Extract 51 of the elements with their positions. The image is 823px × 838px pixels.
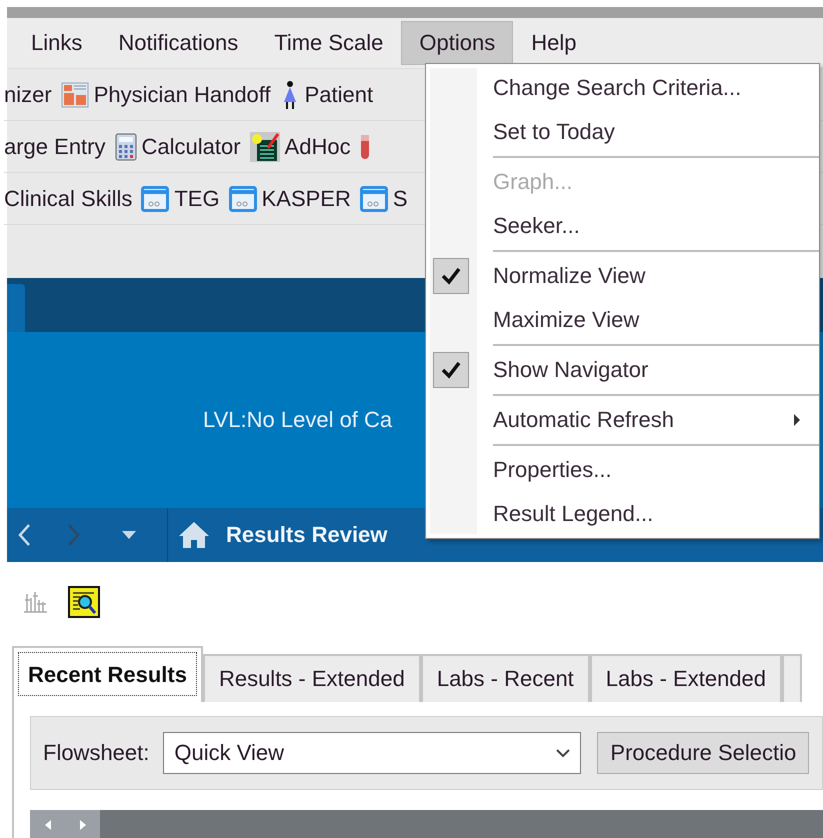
menu-option[interactable]: Result Legend... bbox=[493, 501, 819, 527]
menu-item[interactable]: Links bbox=[13, 21, 100, 65]
scroll-buttons[interactable] bbox=[30, 810, 100, 838]
menu-option[interactable]: Show Navigator bbox=[493, 357, 819, 383]
chart-icon[interactable] bbox=[22, 590, 48, 614]
page-title: Results Review bbox=[226, 522, 388, 548]
dropdown-arrow-icon[interactable] bbox=[121, 530, 137, 540]
menu-item[interactable]: Time Scale bbox=[256, 21, 402, 65]
toolbar-button[interactable]: KASPER bbox=[262, 186, 351, 212]
menu-option[interactable]: Automatic Refresh bbox=[493, 407, 793, 433]
calculator-icon[interactable] bbox=[114, 132, 136, 160]
menu-item[interactable]: Notifications bbox=[100, 21, 256, 65]
toolbar-button[interactable]: arge Entry bbox=[4, 134, 106, 160]
toolbar-button[interactable]: Clinical Skills bbox=[4, 186, 132, 212]
menu-item[interactable]: Options bbox=[401, 21, 514, 65]
right-arrow-icon[interactable] bbox=[78, 819, 86, 831]
window-icon[interactable] bbox=[360, 186, 388, 212]
toolbar-button[interactable]: Patient bbox=[304, 82, 374, 108]
checkmark-icon[interactable] bbox=[441, 267, 461, 285]
menu-option[interactable]: Properties... bbox=[493, 457, 819, 483]
menu-option[interactable]: Normalize View bbox=[493, 263, 819, 289]
tab[interactable]: Recent Results bbox=[12, 646, 203, 702]
toolbar-button[interactable]: Calculator bbox=[142, 134, 241, 160]
flowsheet-dropdown[interactable]: Quick View bbox=[163, 732, 582, 774]
toolbar-button[interactable]: Physician Handoff bbox=[94, 82, 271, 108]
test-tube-icon[interactable] bbox=[360, 132, 370, 160]
chevron-down-icon[interactable] bbox=[556, 748, 570, 758]
home-icon[interactable] bbox=[178, 521, 210, 549]
tab[interactable]: Labs - Extended bbox=[590, 654, 782, 702]
checkmark-icon[interactable] bbox=[441, 361, 461, 379]
menu-option[interactable]: Seeker... bbox=[493, 213, 819, 239]
search-document-icon[interactable] bbox=[68, 586, 100, 618]
tab[interactable]: Labs - Recent bbox=[420, 654, 590, 702]
window-icon[interactable] bbox=[141, 186, 170, 212]
menu-item[interactable]: Help bbox=[513, 21, 594, 65]
left-arrow-icon[interactable] bbox=[44, 819, 52, 831]
window-icon[interactable] bbox=[228, 186, 257, 212]
menu-option[interactable]: Change Search Criteria... bbox=[493, 75, 819, 101]
flowsheet-label: Flowsheet: bbox=[43, 740, 150, 766]
toolbar-button[interactable]: S bbox=[392, 186, 408, 212]
procedure-selection-button[interactable]: Procedure Selectio bbox=[597, 732, 810, 774]
level-of-care-text: LVL:No Level of Ca bbox=[203, 407, 392, 433]
note-pencil-icon[interactable] bbox=[250, 132, 280, 162]
tab[interactable]: Results - Extended bbox=[202, 654, 421, 702]
menu-option[interactable]: Maximize View bbox=[493, 307, 819, 333]
submenu-arrow-icon[interactable] bbox=[793, 413, 801, 427]
toolbar-button[interactable]: nizer bbox=[4, 82, 52, 108]
toolbar-button[interactable]: TEG bbox=[174, 186, 220, 212]
toolbar-button[interactable]: AdHoc bbox=[284, 134, 351, 160]
sheet-icon[interactable] bbox=[60, 80, 89, 108]
menu-option[interactable]: Set to Today bbox=[493, 119, 819, 145]
